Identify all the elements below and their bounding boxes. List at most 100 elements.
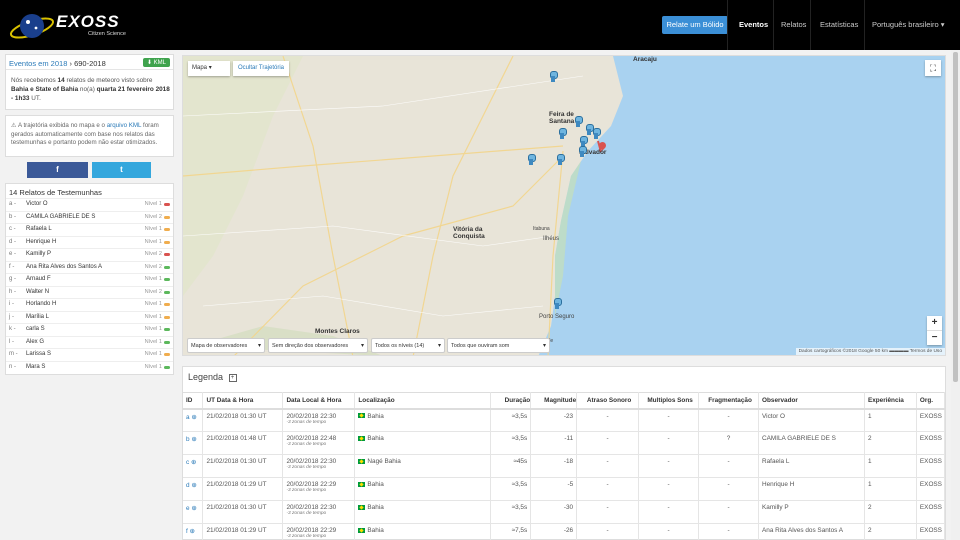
timezone-note: -3 zonas de tempo <box>286 534 327 539</box>
zoom-plus-icon[interactable]: ⊕ <box>189 459 196 466</box>
observer-marker[interactable] <box>575 116 583 127</box>
nav-reports[interactable]: Relatos <box>781 16 806 34</box>
zoom-plus-icon[interactable]: ⊕ <box>190 414 196 421</box>
column-header[interactable]: Magnitude <box>530 392 578 410</box>
report-list-item[interactable]: m - Larissa S Nível 1 <box>6 348 173 361</box>
organization-link[interactable]: EXOSS <box>916 408 946 432</box>
duration: ≈3,5s <box>490 431 532 455</box>
sound-select[interactable]: Todos que ouviram som <box>447 338 550 354</box>
zoom-plus-icon[interactable]: ⊕ <box>190 505 196 512</box>
organization-link[interactable]: EXOSS <box>916 454 946 478</box>
column-header[interactable]: Data Local & Hora <box>282 392 356 410</box>
exoss-logo[interactable]: EXOSS Citizen Science <box>6 6 136 46</box>
report-list-item[interactable]: n - Mara S Nível 1 <box>6 360 173 374</box>
row-id-cell[interactable]: a ⊕ <box>183 408 204 432</box>
legend-header[interactable]: Legenda + <box>188 372 237 382</box>
reports-title: 14 Relatos de Testemunhas <box>9 188 102 197</box>
language-dropdown[interactable]: Português brasileiro ▾ <box>872 16 945 34</box>
observer-map-select[interactable]: Mapa de observadores <box>187 338 265 354</box>
column-header[interactable]: Org. <box>916 392 946 410</box>
map-attribution[interactable]: Dados cartográficos ©2018 Google 50 km ▬… <box>795 348 945 355</box>
column-header[interactable]: ID <box>183 392 204 410</box>
column-header[interactable]: Experiência <box>864 392 917 410</box>
observer-marker[interactable] <box>580 136 588 147</box>
zoom-plus-icon[interactable]: ⊕ <box>188 528 195 535</box>
observer-marker[interactable] <box>554 298 562 309</box>
row-id-cell[interactable]: f ⊕ <box>183 523 204 540</box>
column-header[interactable]: Duração <box>490 392 532 410</box>
organization-link[interactable]: EXOSS <box>916 477 946 501</box>
observer-marker[interactable] <box>593 128 601 139</box>
sound-delay: - <box>576 523 640 540</box>
observer-marker[interactable] <box>586 124 594 135</box>
column-header[interactable]: Multiplos Sons <box>638 392 700 410</box>
column-header[interactable]: Localização <box>354 392 492 410</box>
local-datetime-cell: 20/02/2018 22:30 -3 zonas de tempo <box>282 454 356 478</box>
report-list-item[interactable]: h - Walter N Nível 2 <box>6 285 173 299</box>
scrollbar-thumb[interactable] <box>953 52 958 382</box>
organization-link[interactable]: EXOSS <box>916 500 946 524</box>
zoom-plus-icon[interactable]: ⊕ <box>190 436 196 443</box>
zoom-out-button[interactable]: − <box>927 330 942 344</box>
observer: Henrique H <box>758 477 865 501</box>
table-row[interactable]: e ⊕ 21/02/2018 01:30 UT 20/02/2018 22:30 -3… <box>183 500 946 524</box>
expand-icon[interactable]: + <box>228 373 237 382</box>
kml-file-link[interactable]: arquivo KML <box>107 122 142 129</box>
row-id-cell[interactable]: c ⊕ <box>183 454 204 478</box>
report-list-item[interactable]: f - Ana Rita Alves dos Santos A Nível 2 <box>6 260 173 274</box>
facebook-share-button[interactable]: f <box>27 162 88 178</box>
event-map[interactable]: Aracaju Feira de Santana Salvador Vitóri… <box>182 55 946 356</box>
nav-events[interactable]: Eventos <box>739 16 768 34</box>
report-bolide-button[interactable]: Relate um Bólido <box>662 16 728 34</box>
zoom-in-button[interactable]: + <box>927 316 942 330</box>
report-list-item[interactable]: l - Alex G Nível 1 <box>6 335 173 349</box>
row-id-cell[interactable]: d ⊕ <box>183 477 204 501</box>
report-level: Nível 1 <box>144 313 162 320</box>
column-header[interactable]: Fragmentação <box>698 392 760 410</box>
kml-download-button[interactable]: ⬇ KML <box>142 58 170 67</box>
hide-trajectory-button[interactable]: Ocultar Trajetória <box>233 61 289 76</box>
report-list-item[interactable]: c - Rafaela L Nível 1 <box>6 223 173 236</box>
level-indicator-icon <box>164 203 170 206</box>
table-row[interactable]: a ⊕ 21/02/2018 01:30 UT 20/02/2018 22:30 -3… <box>183 408 946 432</box>
event-text: relatos de meteoro visto sobre <box>66 77 153 84</box>
organization-link[interactable]: EXOSS <box>916 431 946 455</box>
report-letter: e - <box>9 251 17 257</box>
column-header[interactable]: Atraso Sonoro <box>576 392 640 410</box>
table-row[interactable]: f ⊕ 21/02/2018 01:29 UT 20/02/2018 22:29 -3… <box>183 523 946 540</box>
report-list-item[interactable]: e - Kamilly P Nível 2 <box>6 248 173 261</box>
nav-statistics[interactable]: Estatísticas <box>820 16 858 34</box>
location: Bahia <box>367 527 384 534</box>
table-row[interactable]: d ⊕ 21/02/2018 01:29 UT 20/02/2018 22:29 -3… <box>183 477 946 501</box>
level-select[interactable]: Todos os níveis (14) <box>371 338 445 354</box>
observer-marker[interactable] <box>557 154 565 165</box>
report-list-item[interactable]: j - Marília L Nível 1 <box>6 310 173 324</box>
observer-marker[interactable] <box>550 71 558 82</box>
row-id-cell[interactable]: e ⊕ <box>183 500 204 524</box>
observer-marker[interactable] <box>579 146 587 157</box>
observer-direction-select[interactable]: Sem direção dos observadores <box>268 338 368 354</box>
organization-link[interactable]: EXOSS <box>916 523 946 540</box>
column-header[interactable]: UT Data & Hora <box>202 392 284 410</box>
experience: 1 <box>864 454 917 478</box>
row-id-cell[interactable]: b ⊕ <box>183 431 204 455</box>
report-list-item[interactable]: g - Arnaud F Nível 1 <box>6 273 173 286</box>
zoom-plus-icon[interactable]: ⊕ <box>190 482 196 489</box>
events-year-link[interactable]: Eventos em 2018 <box>9 59 67 68</box>
report-list-item[interactable]: a - Victor O Nível 1 <box>6 198 173 211</box>
report-list-item[interactable]: b - CAMILA GABRIELE DE S Nível 2 <box>6 210 173 224</box>
table-row[interactable]: c ⊕ 21/02/2018 01:30 UT 20/02/2018 22:30 -3… <box>183 454 946 478</box>
fullscreen-icon[interactable]: ⛶ <box>925 60 941 76</box>
report-letter: g - <box>9 276 17 282</box>
map-type-select[interactable]: Mapa ▾ <box>188 61 230 76</box>
table-row[interactable]: b ⊕ 21/02/2018 01:48 UT 20/02/2018 22:48 -3… <box>183 431 946 455</box>
report-list-item[interactable]: i - Horlando H Nível 1 <box>6 298 173 311</box>
report-letter: j - <box>9 313 14 320</box>
report-list-item[interactable]: d - Henrique H Nível 1 <box>6 235 173 249</box>
column-header[interactable]: Observador <box>758 392 865 410</box>
report-list-item[interactable]: k - carla S Nível 1 <box>6 323 173 336</box>
observer-marker[interactable] <box>559 128 567 139</box>
twitter-share-button[interactable]: t <box>92 162 151 178</box>
ut-datetime: 21/02/2018 01:29 UT <box>202 523 284 540</box>
observer-marker[interactable] <box>528 154 536 165</box>
